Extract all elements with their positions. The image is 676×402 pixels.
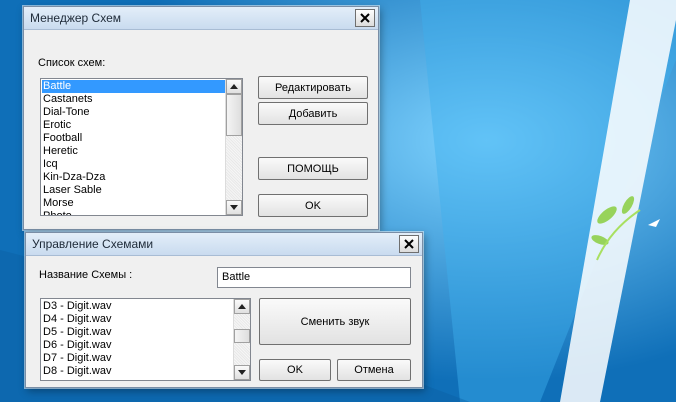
scheme-list-item[interactable]: Heretic [42, 145, 225, 158]
scheme-editor-window: Управление Схемами Название Схемы : Batt… [25, 232, 423, 388]
sound-list-item[interactable]: D8 - Digit.wav [42, 365, 233, 378]
scheme-manager-titlebar[interactable]: Менеджер Схем [24, 7, 378, 30]
change-sound-button[interactable]: Сменить звук [259, 298, 411, 345]
sound-list-scrollbar[interactable] [233, 299, 250, 380]
scheme-list-scrollbar[interactable] [225, 79, 242, 215]
ok-button[interactable]: OK [259, 359, 331, 381]
help-button[interactable]: ПОМОЩЬ [258, 157, 368, 180]
scheme-list-items: Battle Castanets Dial-Tone Erotic Football He… [42, 80, 225, 215]
add-button[interactable]: Добавить [258, 102, 368, 125]
scheme-manager-window: Менеджер Схем Список схем: Battle Castane… [23, 6, 379, 230]
sound-list-items: D3 - Digit.wav D4 - Digit.wav D5 - Digit.w… [42, 300, 233, 378]
scroll-thumb[interactable] [234, 329, 250, 343]
scroll-thumb[interactable] [226, 94, 242, 136]
scheme-name-label: Название Схемы : [39, 269, 133, 281]
close-icon [360, 13, 370, 23]
scroll-up-button[interactable] [226, 79, 242, 94]
scheme-list-item[interactable]: Castanets [42, 93, 225, 106]
sound-list-item[interactable]: D4 - Digit.wav [42, 313, 233, 326]
ok-button[interactable]: OK [258, 194, 368, 217]
scheme-listbox[interactable]: Battle Castanets Dial-Tone Erotic Football He… [40, 78, 243, 216]
scheme-editor-titlebar[interactable]: Управление Схемами [26, 233, 422, 256]
scheme-list-item[interactable]: Laser Sable [42, 184, 225, 197]
arrow-down-icon [238, 370, 246, 375]
scheme-editor-title: Управление Схемами [32, 237, 154, 251]
scheme-list-item[interactable]: Morse [42, 197, 225, 210]
cancel-button[interactable]: Отмена [337, 359, 411, 381]
scheme-list-item[interactable]: Icq [42, 158, 225, 171]
scheme-list-item[interactable]: Kin-Dza-Dza [42, 171, 225, 184]
sound-list-item[interactable]: D3 - Digit.wav [42, 300, 233, 313]
arrow-down-icon [230, 205, 238, 210]
sound-list-item[interactable]: D5 - Digit.wav [42, 326, 233, 339]
arrow-up-icon [230, 84, 238, 89]
sound-list-item[interactable]: D7 - Digit.wav [42, 352, 233, 365]
scheme-list-item[interactable]: Erotic [42, 119, 225, 132]
scheme-list-item[interactable]: Dial-Tone [42, 106, 225, 119]
edit-button[interactable]: Редактировать [258, 76, 368, 99]
scroll-down-button[interactable] [234, 365, 250, 380]
scheme-list-item[interactable]: Photo [42, 210, 225, 215]
scheme-manager-close-button[interactable] [355, 9, 375, 27]
scheme-list-item[interactable]: Battle [42, 80, 225, 93]
sound-list-item[interactable]: D6 - Digit.wav [42, 339, 233, 352]
scroll-down-button[interactable] [226, 200, 242, 215]
scheme-list-item[interactable]: Football [42, 132, 225, 145]
arrow-up-icon [238, 304, 246, 309]
scroll-up-button[interactable] [234, 299, 250, 314]
sound-listbox[interactable]: D3 - Digit.wav D4 - Digit.wav D5 - Digit.w… [40, 298, 251, 381]
close-icon [404, 239, 414, 249]
scheme-manager-title: Менеджер Схем [30, 11, 122, 25]
scheme-list-label: Список схем: [38, 57, 106, 69]
scheme-name-input[interactable]: Battle [217, 267, 411, 288]
scheme-editor-close-button[interactable] [399, 235, 419, 253]
